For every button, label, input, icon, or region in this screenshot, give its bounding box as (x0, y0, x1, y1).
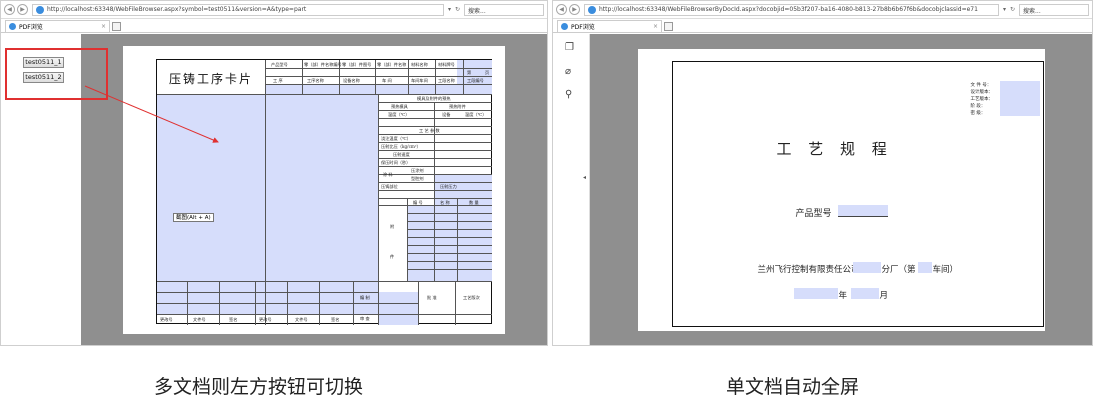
mold-col: 预热模具 (391, 103, 408, 109)
bottom-label: 更改号 (259, 316, 272, 322)
mold-subcol: 温度（℃） (388, 111, 410, 117)
process-title: 工 艺 参 数 (419, 127, 440, 133)
process-spec-cover: 文 件 号： 设计版本： 工艺版本： 阶 段： 密 级： 工 艺 规 程 产品型… (671, 60, 1044, 327)
close-icon[interactable]: × (653, 23, 658, 30)
browser-window-single: ◀ ▶ http://localhost:63348/WebFileBrowse… (552, 0, 1093, 346)
sign-label: 编 制 (360, 294, 370, 300)
bottom-label: 更改号 (160, 316, 173, 322)
header-label: 材料名称 (411, 61, 428, 67)
meta-label: 阶 段： (970, 103, 986, 109)
year-label: 年 (838, 290, 848, 301)
header-label: 零（部）件图号 (342, 61, 372, 67)
product-label: 产品型号 (795, 208, 832, 219)
header-label: 产品型号 (271, 61, 288, 67)
url-text: http://localhost:63348/WebFileBrowserByD… (599, 6, 978, 13)
dropdown-icon[interactable]: ▾ (1003, 6, 1006, 13)
meta-label: 工艺版本： (970, 96, 994, 102)
annotation-arrow (84, 85, 219, 143)
meta-label: 文 件 号： (970, 82, 992, 88)
tab-strip: PDF浏览 × (553, 19, 1092, 33)
forward-icon[interactable]: ▶ (569, 4, 580, 15)
header-label: 零（部）件名称 (377, 61, 407, 67)
process-row-label: 压射比压（kg/cm²） (381, 143, 421, 149)
clamp-label: 压射压力 (440, 183, 457, 189)
header-label: 工 序 (273, 77, 283, 83)
tab-icon (561, 23, 568, 30)
coat-col: 压涂剂 (411, 167, 424, 173)
pdf-page: 文 件 号： 设计版本： 工艺版本： 阶 段： 密 级： 工 艺 规 程 产品型… (637, 48, 1045, 331)
mold-subcol: 温度（℃） (465, 111, 487, 117)
meta-label: 密 级： (970, 110, 986, 116)
page-label: 第 (467, 69, 472, 75)
bottom-label: 文件号 (295, 316, 308, 322)
page-label: 页 (485, 69, 490, 75)
month-label: 月 (879, 290, 889, 301)
header-label: 车 间 (382, 77, 392, 83)
new-tab-button[interactable] (664, 22, 673, 31)
tab-title: PDF浏览 (571, 24, 595, 31)
header-label: 零（部）件名称编号 (304, 61, 342, 67)
dropdown-icon[interactable]: ▾ (448, 6, 451, 13)
refresh-icon[interactable]: ↻ (1010, 6, 1015, 13)
company-name: 兰州飞行控制有限责任公司 (757, 264, 860, 275)
pdf-tool-sidebar: ❐ ⌀ ⚲ ◂ (553, 34, 590, 345)
caption-right: 单文档自动全屏 (726, 376, 860, 398)
tab-pdf[interactable]: PDF浏览 × (557, 20, 662, 32)
header-label: 工段编号 (467, 77, 484, 83)
process-row-label: 浇注温度（℃） (381, 135, 411, 141)
thumbnails-icon[interactable]: ❐ (565, 42, 574, 53)
browser-icon (588, 5, 596, 14)
screenshot-tooltip: 截图(Alt + A) (173, 212, 214, 222)
bottom-label: 签名 (229, 316, 238, 322)
search-icon[interactable]: ⚲ (565, 89, 572, 100)
mold-col: 预热附件 (449, 103, 466, 109)
acc-side: 附 (390, 223, 395, 229)
branch-label: 分厂（第 (881, 264, 916, 275)
mold-subcol: 设备 (442, 111, 451, 117)
attachment-icon[interactable]: ⌀ (565, 66, 571, 77)
bottom-label: 签名 (331, 316, 340, 322)
workshop-label: 车间） (932, 264, 959, 275)
meta-label: 设计版本： (970, 89, 994, 95)
process-row-label: 保压时间（秒） (381, 159, 411, 165)
mold-title: 模具及附件的预热 (417, 95, 451, 101)
acc-col: 数 量 (469, 199, 479, 205)
header-label: 车间车间 (411, 77, 428, 83)
bottom-label: 文件号 (193, 316, 206, 322)
caption-left: 多文档则左方按钮可切换 (154, 376, 364, 398)
search-input[interactable]: 搜索... (1019, 3, 1089, 16)
acc-col: 编 号 (413, 199, 423, 205)
sign-label: 工艺版次 (463, 294, 480, 300)
acc-col: 名 称 (440, 199, 450, 205)
process-row-label: 压射速度 (393, 151, 410, 157)
acc-side: 件 (390, 253, 395, 259)
pdf-viewer: 文 件 号： 设计版本： 工艺版本： 阶 段： 密 级： 工 艺 规 程 产品型… (590, 34, 1092, 345)
header-label: 工段名称 (438, 77, 455, 83)
refresh-icon[interactable]: ↻ (455, 6, 460, 13)
process-row-label: 压铸部位 (381, 183, 398, 189)
header-label: 工序名称 (307, 77, 324, 83)
header-label: 设备名称 (343, 77, 360, 83)
search-input[interactable]: 搜索... (464, 3, 544, 16)
sign-label: 审 查 (360, 315, 370, 321)
process-row-label: 涂 料 (383, 171, 393, 177)
address-bar: ◀ ▶ http://localhost:63348/WebFileBrowse… (553, 1, 1092, 19)
sign-label: 批 准 (427, 294, 437, 300)
header-label: 材料牌号 (438, 61, 455, 67)
back-icon[interactable]: ◀ (556, 4, 567, 15)
coat-col: 型腔剂 (411, 175, 424, 181)
collapse-icon[interactable]: ◂ (583, 174, 586, 181)
url-field[interactable]: http://localhost:63348/WebFileBrowserByD… (584, 3, 999, 16)
doc-title: 工 艺 规 程 (776, 139, 893, 158)
